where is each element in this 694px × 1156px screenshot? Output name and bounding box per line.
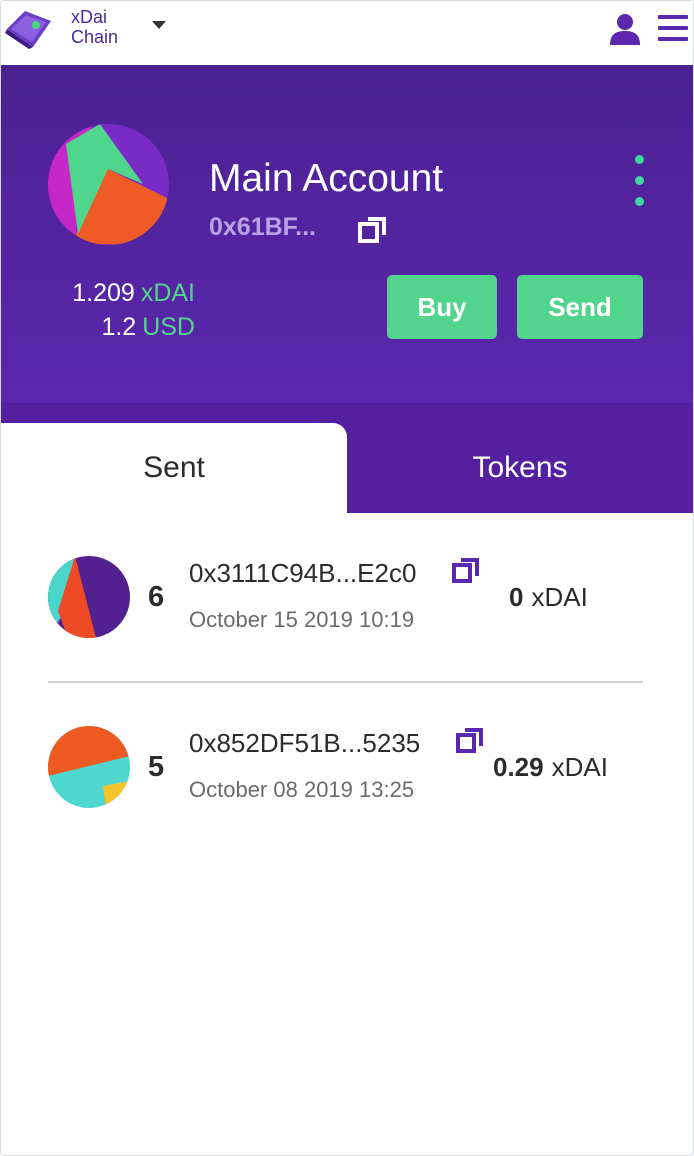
tab-tokens-label: Tokens xyxy=(472,451,568,484)
user-icon[interactable] xyxy=(608,13,642,45)
balance-fiat: 1.2 USD xyxy=(101,313,195,342)
copy-icon[interactable] xyxy=(452,557,480,585)
kebab-menu-icon[interactable] xyxy=(632,155,646,207)
tx-date: October 08 2019 13:25 xyxy=(189,777,415,802)
tx-date: October 15 2019 10:19 xyxy=(189,607,415,632)
tx-amount-value: 0 xyxy=(509,582,524,612)
tab-tokens[interactable]: Tokens xyxy=(347,423,693,513)
top-bar: xDai Chain xyxy=(1,1,693,65)
tx-amount: 0 xDAI xyxy=(509,582,588,613)
tab-sent-label: Sent xyxy=(143,451,205,484)
tx-address: 0x852DF51B...5235 xyxy=(189,728,421,758)
tab-sent[interactable]: Sent xyxy=(1,423,347,513)
copy-icon[interactable] xyxy=(456,727,484,755)
caret-down-icon[interactable] xyxy=(152,21,166,29)
account-name: Main Account xyxy=(209,157,444,200)
xdai-logo-icon[interactable] xyxy=(5,7,53,51)
recipient-avatar xyxy=(48,556,130,638)
tab-bar: Sent Tokens xyxy=(1,403,693,513)
network-name-line2: Chain xyxy=(71,27,119,47)
list-item[interactable]: 6 0x3111C94B...E2c0 October 15 2019 10:1… xyxy=(1,549,693,649)
buy-button[interactable]: Buy xyxy=(387,275,497,339)
tx-amount-unit: xDAI xyxy=(531,582,588,612)
tx-amount: 0.29 xDAI xyxy=(493,752,608,783)
account-avatar[interactable] xyxy=(48,124,169,245)
account-header: Main Account 0x61BF... 1.209 xDAI 1.2 USD … xyxy=(1,65,693,403)
copy-icon[interactable] xyxy=(358,215,388,245)
app-frame: xDai Chain Main Account 0x61BF... 1.209 … xyxy=(0,0,694,1156)
list-item[interactable]: 5 0x852DF51B...5235 October 08 2019 13:2… xyxy=(1,719,693,819)
balance-token: 1.209 xDAI xyxy=(72,279,195,308)
tx-amount-value: 0.29 xyxy=(493,752,544,782)
send-button[interactable]: Send xyxy=(517,275,643,339)
balance-fiat-amount: 1.2 xyxy=(101,313,137,341)
balance-token-unit: xDAI xyxy=(140,279,195,307)
tx-address: 0x3111C94B...E2c0 xyxy=(189,558,417,588)
recipient-avatar xyxy=(48,726,130,808)
network-selector[interactable]: xDai Chain xyxy=(71,7,118,47)
account-address: 0x61BF... xyxy=(209,213,317,241)
tx-count: 6 xyxy=(148,581,165,613)
balance-token-amount: 1.209 xyxy=(72,279,135,307)
tx-amount-unit: xDAI xyxy=(551,752,608,782)
tx-count: 5 xyxy=(148,751,165,783)
balance-fiat-unit: USD xyxy=(142,313,195,341)
hamburger-menu-icon[interactable] xyxy=(658,15,688,41)
list-divider xyxy=(48,681,643,683)
network-name-line1: xDai xyxy=(71,7,108,27)
